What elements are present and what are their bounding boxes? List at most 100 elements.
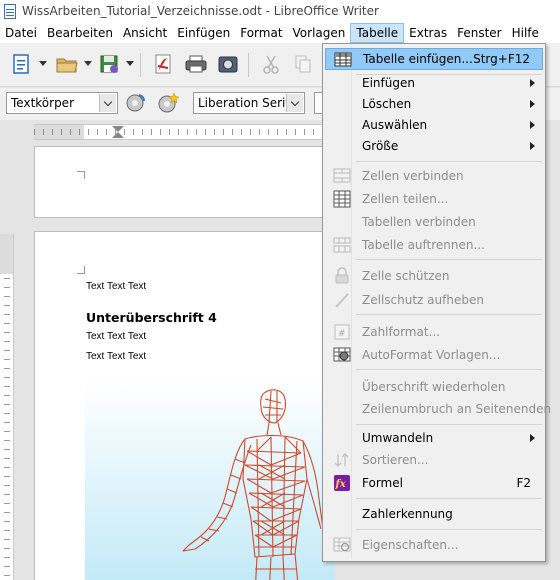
menu-item-autoformat[interactable]: AutoFormat Vorlagen... <box>325 344 543 366</box>
menu-item-select[interactable]: Auswählen <box>325 114 543 136</box>
lock-icon <box>335 267 349 284</box>
menu-item-split-table[interactable]: Tabelle auftrennen... <box>325 234 543 256</box>
menu-item-label: Tabellen verbinden <box>362 215 476 229</box>
table-menu: Tabelle einfügen... Strg+F12 Einfügen Lö… <box>322 43 551 562</box>
menu-einfuegen[interactable]: Einfügen <box>172 23 235 43</box>
vruler-ticks <box>4 278 10 580</box>
open-button[interactable] <box>54 52 80 76</box>
text-boundary-corner <box>77 171 85 179</box>
toolbar-separator <box>248 53 249 77</box>
menu-item-unprotect-cell[interactable]: Zellschutz aufheben <box>325 289 543 311</box>
menu-item-merge-tables[interactable]: Tabellen verbinden <box>325 211 543 233</box>
vruler-margin <box>0 234 13 274</box>
menu-item-merge-cells[interactable]: Zellen verbinden <box>325 165 543 187</box>
menu-separator <box>356 424 542 425</box>
menu-format[interactable]: Format <box>235 23 287 43</box>
font-name-value: Liberation Serif <box>198 96 290 110</box>
menu-item-repeat-heading[interactable]: Überschrift wiederholen <box>325 376 543 398</box>
update-style-icon <box>126 94 146 112</box>
menu-bar: Datei Bearbeiten Ansicht Einfügen Format… <box>0 22 560 43</box>
export-pdf-button[interactable] <box>150 52 176 76</box>
body-text-line[interactable]: Text Text Text <box>86 331 146 342</box>
menu-item-label: Zellen teilen... <box>362 192 449 206</box>
subheading-4[interactable]: Unterüberschrift 4 <box>86 310 217 325</box>
menu-separator <box>356 369 542 370</box>
merge-cells-icon <box>333 168 351 183</box>
menu-tabelle[interactable]: Tabelle <box>350 22 405 43</box>
writer-document-icon <box>4 3 16 19</box>
paragraph-style-value: Textkörper <box>11 96 74 110</box>
menu-item-label: Zeilenumbruch an Seitenenden <box>362 402 552 416</box>
menu-item-number-recognition[interactable]: Zahlerkennung <box>325 503 543 525</box>
body-text-line[interactable]: Text Text Text <box>86 351 146 362</box>
menu-item-sort[interactable]: Sortieren... <box>325 449 543 471</box>
wireframe-human-figure <box>182 389 324 580</box>
menu-item-formula[interactable]: fx Formel F2 <box>325 472 543 494</box>
font-name-dropdown-button[interactable] <box>286 94 303 112</box>
menu-item-label: Zelle schützen <box>362 269 450 283</box>
copy-button[interactable] <box>290 52 316 76</box>
open-dropdown[interactable] <box>84 61 92 66</box>
text-boundary-corner <box>77 266 85 274</box>
document-page-current[interactable]: Text Text Text Unterüberschrift 4 Text T… <box>34 231 335 580</box>
menu-datei[interactable]: Datei <box>0 23 42 43</box>
horizontal-ruler[interactable] <box>34 124 334 140</box>
ruler-ticks <box>34 129 334 135</box>
submenu-arrow-icon <box>530 121 535 129</box>
menu-item-shortcut: Strg+F12 <box>473 52 530 66</box>
body-text-line[interactable]: Text Text Text <box>86 281 146 292</box>
submenu-arrow-icon <box>530 100 535 108</box>
menu-item-label: Größe <box>362 139 399 153</box>
menu-separator <box>356 259 542 260</box>
new-document-button[interactable] <box>8 52 34 76</box>
menu-separator <box>356 314 542 315</box>
menu-item-label: AutoFormat Vorlagen... <box>362 348 501 362</box>
table-insert-icon <box>334 52 352 67</box>
menu-item-protect-cell[interactable]: Zelle schützen <box>325 265 543 287</box>
paragraph-style-dropdown-button[interactable] <box>99 94 116 112</box>
menu-item-label: Zellen verbinden <box>362 169 464 183</box>
menu-fenster[interactable]: Fenster <box>452 23 507 43</box>
save-button[interactable] <box>96 52 122 76</box>
wireframe-figure-image[interactable] <box>85 379 335 580</box>
svg-text:fx: fx <box>335 479 347 490</box>
window-title: WissArbeiten_Tutorial_Verzeichnisse.odt … <box>22 4 379 18</box>
print-preview-button[interactable] <box>215 52 241 76</box>
update-style-button[interactable] <box>122 91 148 115</box>
unprotect-icon <box>335 293 349 308</box>
save-icon <box>100 55 118 73</box>
menu-item-insert[interactable]: Einfügen <box>325 72 543 94</box>
menu-item-table-insert[interactable]: Tabelle einfügen... Strg+F12 <box>325 48 543 70</box>
font-name-combobox[interactable]: Liberation Serif <box>193 92 305 114</box>
print-button[interactable] <box>183 52 209 76</box>
menu-hilfe[interactable]: Hilfe <box>507 23 544 43</box>
menu-item-delete[interactable]: Löschen <box>325 93 543 115</box>
menu-item-properties[interactable]: Eigenschaften... <box>325 534 543 556</box>
new-document-dropdown[interactable] <box>39 61 47 66</box>
menu-item-row-break[interactable]: Zeilenumbruch an Seitenenden <box>325 398 551 420</box>
menu-item-label: Tabelle auftrennen... <box>362 238 485 252</box>
menu-item-size[interactable]: Größe <box>325 135 543 157</box>
menu-vorlagen[interactable]: Vorlagen <box>288 23 351 43</box>
number-format-icon: # <box>334 324 350 340</box>
submenu-arrow-icon <box>530 79 535 87</box>
cut-button[interactable] <box>258 52 284 76</box>
left-indent-marker[interactable] <box>112 132 124 138</box>
menu-extras[interactable]: Extras <box>404 23 452 43</box>
scissors-icon <box>263 55 279 74</box>
new-style-icon <box>158 92 180 113</box>
vertical-ruler[interactable] <box>0 234 14 580</box>
menu-item-number-format[interactable]: # Zahlformat... <box>325 321 543 343</box>
new-style-button[interactable] <box>155 91 181 115</box>
menu-item-split-cells[interactable]: Zellen teilen... <box>325 188 543 210</box>
save-dropdown[interactable] <box>126 61 134 66</box>
paragraph-style-combobox[interactable]: Textkörper <box>6 92 118 114</box>
menu-bearbeiten[interactable]: Bearbeiten <box>42 23 118 43</box>
document-page-previous[interactable] <box>34 146 334 218</box>
menu-item-convert[interactable]: Umwandeln <box>325 427 543 449</box>
copy-icon <box>295 55 311 73</box>
menu-separator <box>356 498 542 499</box>
menu-ansicht[interactable]: Ansicht <box>118 23 172 43</box>
menu-item-label: Umwandeln <box>362 431 434 445</box>
chevron-down-icon <box>103 97 113 106</box>
